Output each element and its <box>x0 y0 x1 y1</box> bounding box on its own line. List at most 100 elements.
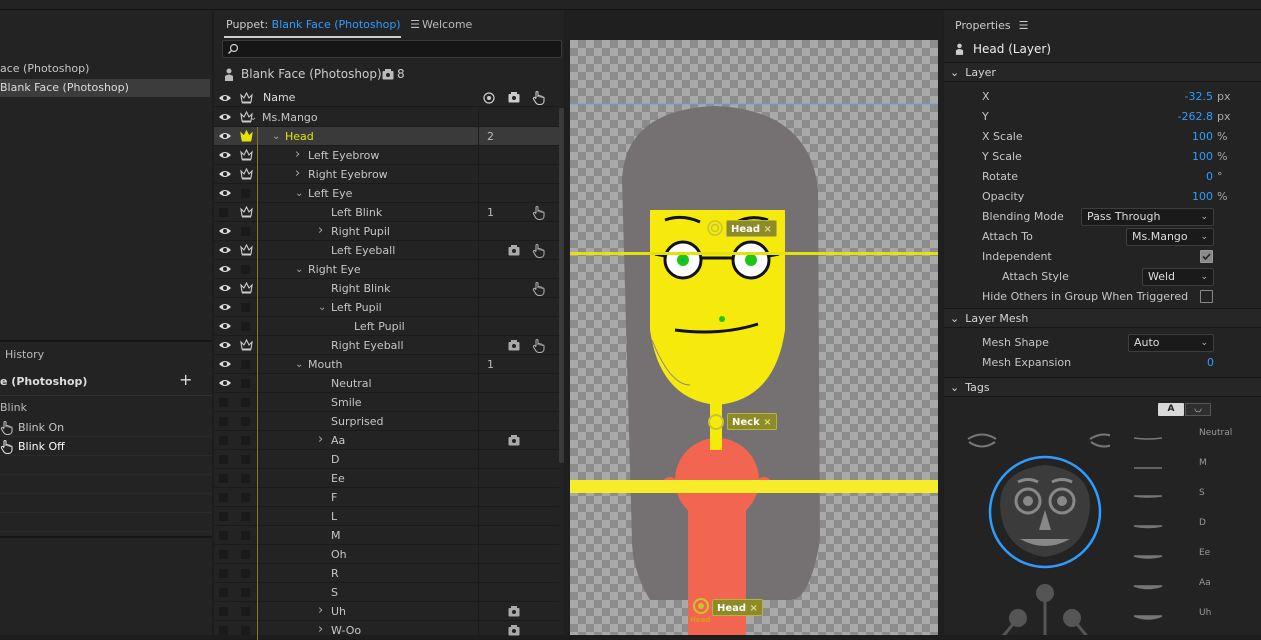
target-icon[interactable] <box>483 92 495 104</box>
blending-mode-select[interactable]: Pass Through ⌄ <box>1081 208 1214 226</box>
project-item-selected[interactable]: Blank Face (Photoshop) <box>0 79 210 97</box>
hamburger-menu-icon[interactable]: ☰ <box>1019 19 1029 32</box>
independent-toggle[interactable] <box>241 379 250 388</box>
independent-toggle[interactable] <box>241 493 250 502</box>
crown-icon[interactable] <box>240 149 253 161</box>
hide-others-checkbox[interactable] <box>1200 290 1213 303</box>
layer-row[interactable]: D <box>214 450 559 469</box>
hand-trigger-icon[interactable] <box>532 281 546 296</box>
add-icon[interactable]: + <box>179 370 192 389</box>
visibility-toggle[interactable] <box>219 455 228 464</box>
independent-toggle[interactable] <box>241 436 250 445</box>
eye-icon[interactable] <box>218 359 232 369</box>
independent-toggle[interactable] <box>241 626 250 635</box>
close-icon[interactable]: × <box>764 224 772 235</box>
visibility-toggle[interactable] <box>219 417 228 426</box>
tag-mode-text-button[interactable]: A <box>1158 403 1184 416</box>
viseme-mouth-icon[interactable] <box>1132 583 1164 593</box>
chevron-right-icon[interactable]: › <box>295 145 300 164</box>
eye-icon[interactable] <box>218 226 232 236</box>
crown-icon[interactable] <box>240 339 253 351</box>
eye-icon[interactable] <box>218 340 232 350</box>
independent-toggle[interactable] <box>241 550 250 559</box>
layer-row[interactable]: › Left Eyebrow <box>214 146 559 165</box>
history-item[interactable]: Blink On <box>0 418 212 437</box>
hamburger-menu-icon[interactable]: ☰ <box>410 18 420 31</box>
chevron-down-icon[interactable]: ⌄ <box>295 260 303 279</box>
independent-toggle[interactable] <box>241 303 250 312</box>
visibility-toggle[interactable] <box>219 531 228 540</box>
independent-toggle[interactable] <box>241 512 250 521</box>
independent-toggle[interactable] <box>241 474 250 483</box>
eye-icon[interactable] <box>218 131 232 141</box>
layer-row[interactable]: Left Blink 1 <box>214 203 559 222</box>
tag-mode-face-icon[interactable]: ◡ <box>1185 403 1211 416</box>
independent-toggle[interactable] <box>241 189 250 198</box>
crown-icon[interactable] <box>240 206 253 218</box>
close-icon[interactable]: × <box>750 603 758 614</box>
independent-toggle[interactable] <box>241 455 250 464</box>
independent-toggle[interactable] <box>241 360 250 369</box>
crown-icon[interactable] <box>240 168 253 180</box>
chevron-right-icon[interactable]: › <box>295 164 300 183</box>
prop-x-value[interactable]: -32.5 <box>1185 87 1213 107</box>
section-layer-mesh[interactable]: ⌄ Layer Mesh <box>944 308 1261 328</box>
tab-puppet[interactable]: Puppet: Blank Face (Photoshop) ☰ <box>226 18 420 31</box>
chevron-right-icon[interactable]: › <box>318 620 323 639</box>
search-input[interactable] <box>222 40 562 58</box>
crown-icon[interactable] <box>240 130 253 142</box>
independent-checkbox[interactable] <box>1200 250 1213 263</box>
independent-toggle[interactable] <box>241 531 250 540</box>
layer-row[interactable]: F <box>214 488 559 507</box>
visibility-toggle[interactable] <box>219 512 228 521</box>
layer-row[interactable]: › Uh <box>214 602 559 621</box>
hand-trigger-icon[interactable] <box>532 338 546 353</box>
layer-row[interactable]: R <box>214 564 559 583</box>
eye-icon[interactable] <box>218 321 232 331</box>
layer-row[interactable]: › Right Eyebrow <box>214 165 559 184</box>
scrollbar[interactable] <box>559 108 564 463</box>
independent-toggle[interactable] <box>241 398 250 407</box>
eye-icon[interactable] <box>218 264 232 274</box>
chevron-down-icon[interactable]: ⌄ <box>318 298 326 317</box>
chevron-right-icon[interactable]: › <box>318 601 323 620</box>
visibility-toggle[interactable] <box>219 493 228 502</box>
eye-icon[interactable] <box>218 378 232 388</box>
layer-row[interactable]: › Aa <box>214 431 559 450</box>
viseme-mouth-icon[interactable] <box>1132 493 1164 503</box>
independent-toggle[interactable] <box>241 322 250 331</box>
layer-row[interactable]: Left Eyeball <box>214 241 559 260</box>
attach-to-select[interactable]: Ms.Mango ⌄ <box>1126 228 1214 246</box>
prop-x-scale-value[interactable]: 100 <box>1192 127 1213 147</box>
prop-mesh-expansion-value[interactable]: 0 <box>1207 353 1214 373</box>
layer-row[interactable]: S <box>214 583 559 602</box>
section-layer[interactable]: ⌄ Layer <box>944 62 1261 82</box>
layer-row[interactable]: Right Eyeball <box>214 336 559 355</box>
layer-row[interactable]: Surprised <box>214 412 559 431</box>
viseme-mouth-icon[interactable] <box>1132 613 1164 623</box>
layer-row[interactable]: ⌄ Left Eye <box>214 184 559 203</box>
prop-opacity-value[interactable]: 100 <box>1192 187 1213 207</box>
independent-toggle[interactable] <box>241 588 250 597</box>
visibility-toggle[interactable] <box>219 626 228 635</box>
puppet-canvas[interactable]: Head × Neck × Head × Head <box>570 40 938 635</box>
eye-icon[interactable] <box>218 302 232 312</box>
visibility-toggle[interactable] <box>219 607 228 616</box>
layer-row[interactable]: ⌄ Ms.Mango <box>214 108 559 127</box>
viseme-mouth-icon[interactable] <box>1132 433 1164 443</box>
column-header-name[interactable]: Name <box>263 88 295 107</box>
layer-row[interactable]: Neutral <box>214 374 559 393</box>
prop-y-value[interactable]: -262.8 <box>1178 107 1213 127</box>
independent-toggle[interactable] <box>241 227 250 236</box>
independent-toggle[interactable] <box>241 607 250 616</box>
visibility-toggle[interactable] <box>219 474 228 483</box>
layer-row[interactable]: Ee <box>214 469 559 488</box>
layer-row[interactable]: ⌄ Head 2 <box>214 127 559 146</box>
layer-row[interactable]: L <box>214 507 559 526</box>
project-item[interactable]: ace (Photoshop) <box>0 60 210 78</box>
layer-row[interactable]: Oh <box>214 545 559 564</box>
head-handle-tag[interactable]: Head × <box>726 220 777 237</box>
prop-y-scale-value[interactable]: 100 <box>1192 147 1213 167</box>
eye-icon[interactable] <box>218 245 232 255</box>
viseme-mouth-icon[interactable] <box>1132 553 1164 563</box>
